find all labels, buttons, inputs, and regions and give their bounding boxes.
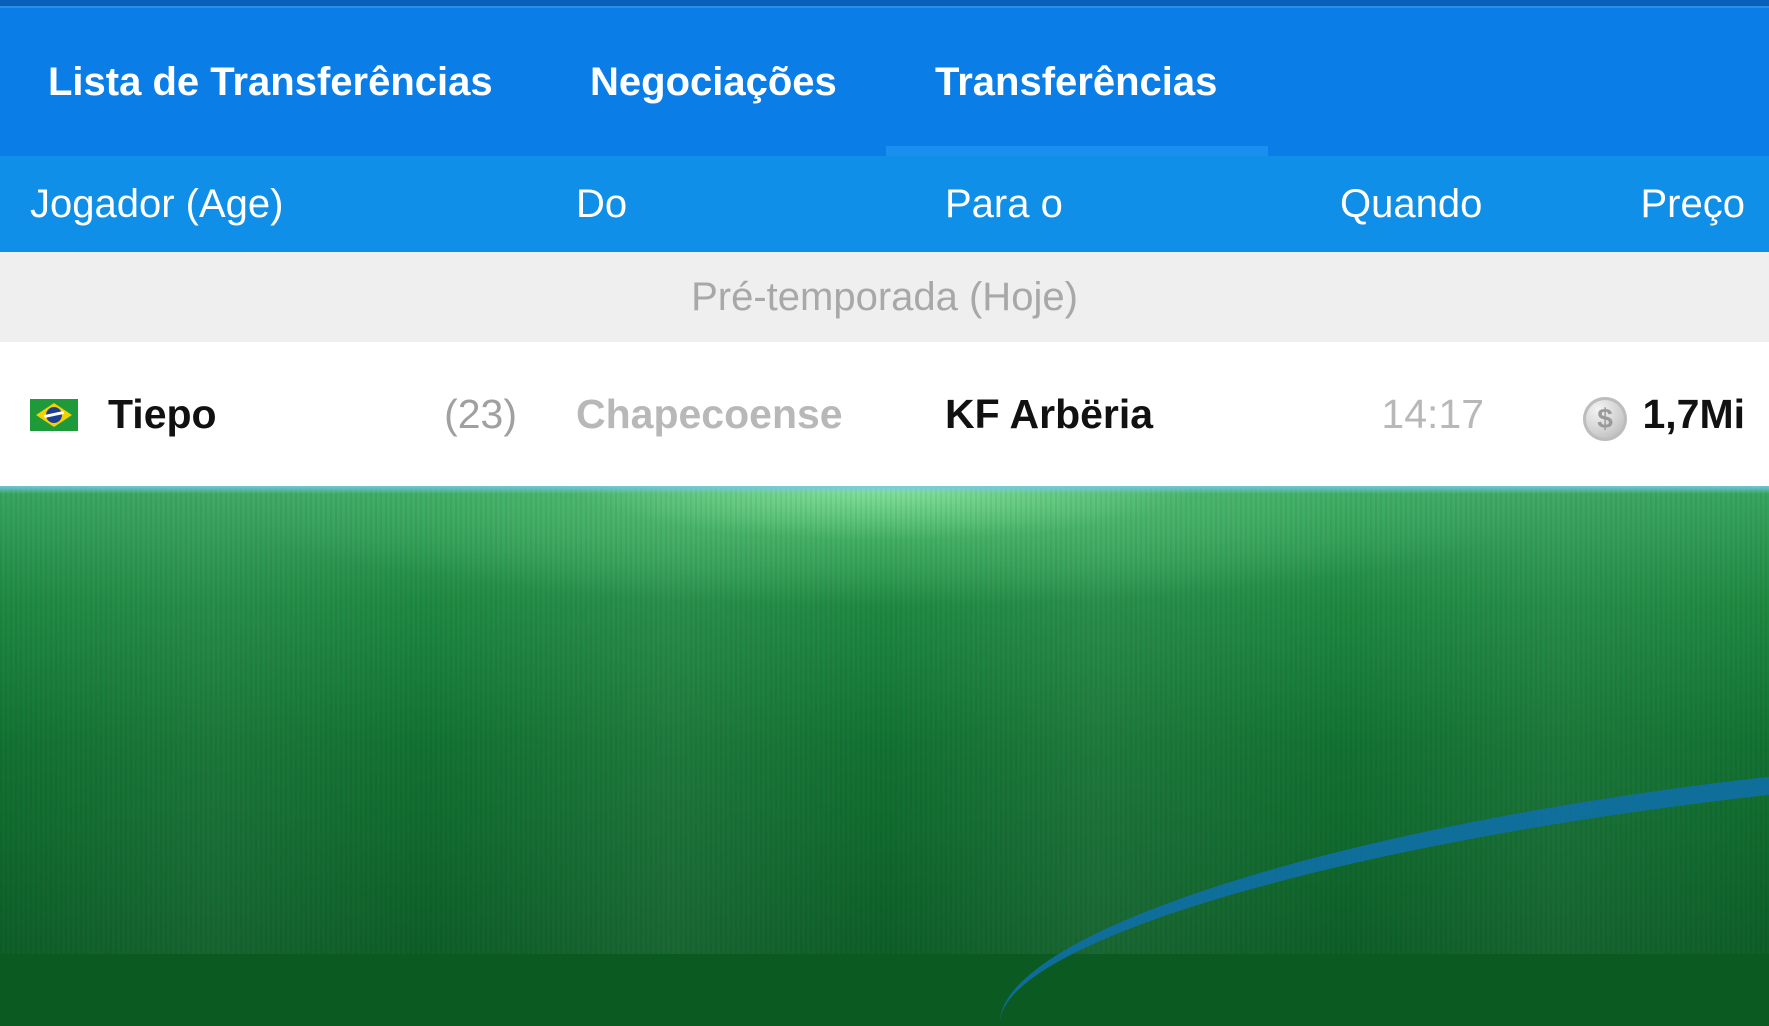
column-header-price[interactable]: Preço xyxy=(1641,156,1746,252)
transfer-price: 1,7Mi xyxy=(1642,391,1745,437)
coin-icon: $ xyxy=(1583,397,1627,441)
table-row[interactable]: Tiepo (23) Chapecoense KF Arbëria 14:17 … xyxy=(0,342,1769,486)
column-header-when[interactable]: Quando xyxy=(1340,156,1482,252)
tab-transfer-list[interactable]: Lista de Transferências xyxy=(0,8,540,156)
transfer-time: 14:17 xyxy=(1381,391,1484,437)
player-age: (23) xyxy=(444,391,517,437)
column-header-to[interactable]: Para o xyxy=(945,156,1063,252)
from-club[interactable]: Chapecoense xyxy=(576,342,843,486)
row-divider xyxy=(0,486,1769,494)
pitch-background xyxy=(0,486,1769,1026)
top-strip xyxy=(0,0,1769,8)
table-header: Jogador (Age) Do Para o Quando Preço xyxy=(0,156,1769,252)
active-tab-indicator xyxy=(886,146,1268,156)
brazil-flag-icon xyxy=(30,399,78,431)
tab-transfers[interactable]: Transferências xyxy=(886,8,1268,156)
to-club[interactable]: KF Arbëria xyxy=(945,342,1153,486)
group-header: Pré-temporada (Hoje) xyxy=(0,252,1769,342)
column-header-from[interactable]: Do xyxy=(576,156,627,252)
tab-bar: Lista de Transferências Negociações Tran… xyxy=(0,8,1769,156)
column-header-player[interactable]: Jogador (Age) xyxy=(30,156,283,252)
player-name[interactable]: Tiepo xyxy=(108,342,217,486)
tab-negotiations[interactable]: Negociações xyxy=(545,8,885,156)
